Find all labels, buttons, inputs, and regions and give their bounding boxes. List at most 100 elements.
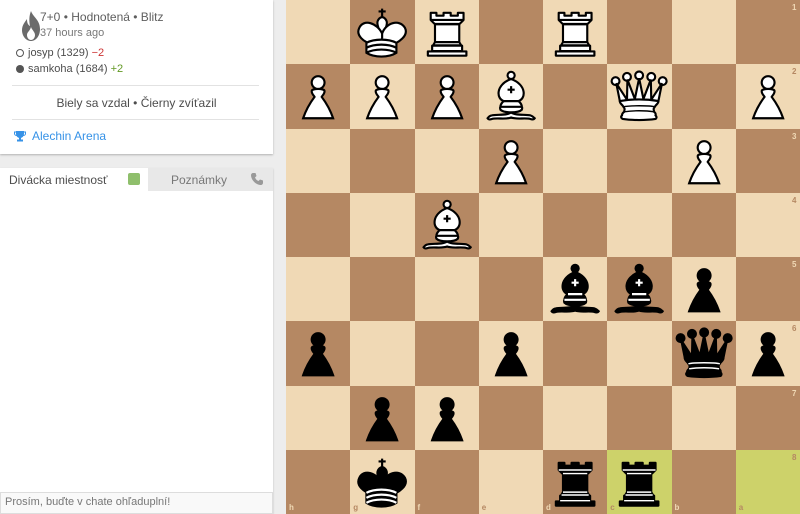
square-g3[interactable] bbox=[350, 128, 415, 193]
white-pawn-icon[interactable] bbox=[286, 64, 350, 128]
square-a5[interactable] bbox=[735, 257, 800, 322]
black-rating-diff: +2 bbox=[110, 63, 124, 75]
square-f3[interactable] bbox=[414, 128, 479, 193]
square-c4[interactable] bbox=[607, 192, 672, 257]
tournament-name[interactable]: Alechin Arena bbox=[32, 129, 106, 143]
black-rook-icon[interactable] bbox=[607, 450, 671, 514]
black-pawn-icon[interactable] bbox=[286, 321, 350, 385]
square-h5[interactable] bbox=[286, 257, 351, 322]
square-b1[interactable] bbox=[671, 0, 736, 65]
square-c3[interactable] bbox=[607, 128, 672, 193]
square-a4[interactable] bbox=[735, 192, 800, 257]
square-c6[interactable] bbox=[607, 321, 672, 386]
file-label: b bbox=[674, 503, 680, 512]
white-rook-icon[interactable] bbox=[415, 0, 479, 64]
file-label: a bbox=[738, 503, 744, 512]
phone-icon[interactable] bbox=[250, 172, 264, 186]
game-status: Biely sa vzdal • Čierny zvíťazil bbox=[56, 96, 217, 110]
white-pawn-icon[interactable] bbox=[672, 129, 736, 193]
rank-label: 7 bbox=[792, 388, 797, 398]
white-pawn-icon[interactable] bbox=[415, 64, 479, 128]
tab-spectator-room-label: Divácka miestnosť bbox=[9, 173, 108, 187]
square-b2[interactable] bbox=[671, 64, 736, 129]
tournament-link[interactable]: Alechin Arena bbox=[14, 129, 106, 143]
chat-input-placeholder: Prosím, buďte v chate ohľaduplní! bbox=[5, 496, 171, 508]
black-player-name[interactable]: samkoha (1684) bbox=[28, 63, 108, 75]
black-rook-icon[interactable] bbox=[543, 450, 607, 514]
chat-tabs: Divácka miestnosť Poznámky bbox=[0, 168, 273, 191]
game-time-ago: 37 hours ago bbox=[40, 27, 105, 39]
black-pawn-icon[interactable] bbox=[672, 257, 736, 321]
square-g4[interactable] bbox=[350, 192, 415, 257]
square-c1[interactable] bbox=[607, 0, 672, 65]
square-a3[interactable] bbox=[735, 128, 800, 193]
square-g5[interactable] bbox=[350, 257, 415, 322]
game-meta: 7+0 • Hodnotená • Blitz bbox=[40, 10, 164, 24]
square-h7[interactable] bbox=[286, 385, 351, 450]
black-pawn-icon[interactable] bbox=[736, 321, 800, 385]
square-b7[interactable] bbox=[671, 385, 736, 450]
white-rating-diff: −2 bbox=[91, 47, 105, 59]
black-king-icon[interactable] bbox=[350, 450, 414, 514]
square-d2[interactable] bbox=[543, 64, 608, 129]
square-e7[interactable] bbox=[478, 385, 543, 450]
tab-spectator-room[interactable]: Divácka miestnosť bbox=[0, 168, 148, 191]
trophy-icon bbox=[14, 131, 26, 142]
square-e8[interactable] bbox=[478, 449, 543, 514]
black-pawn-icon[interactable] bbox=[415, 386, 479, 450]
square-d6[interactable] bbox=[543, 321, 608, 386]
file-label: h bbox=[289, 503, 294, 512]
rank-label: 5 bbox=[792, 260, 797, 269]
rank-label: 8 bbox=[792, 452, 797, 462]
square-c7[interactable] bbox=[607, 385, 672, 450]
black-dot-icon bbox=[16, 65, 24, 73]
white-pawn-icon[interactable] bbox=[736, 64, 800, 128]
white-pawn-icon[interactable] bbox=[479, 129, 543, 193]
chat-toggle[interactable] bbox=[128, 173, 140, 185]
black-pawn-icon[interactable] bbox=[479, 321, 543, 385]
square-f6[interactable] bbox=[414, 321, 479, 386]
white-rook-icon[interactable] bbox=[543, 0, 607, 64]
white-queen-icon[interactable] bbox=[607, 64, 671, 128]
game-info-panel: 7+0 • Hodnotená • Blitz 37 hours ago jos… bbox=[0, 0, 273, 154]
chat-panel: Divácka miestnosť Poznámky Prosím, buďte… bbox=[0, 168, 273, 514]
black-queen-icon[interactable] bbox=[672, 321, 736, 385]
white-dot-icon bbox=[16, 49, 24, 57]
white-bishop-icon[interactable] bbox=[479, 64, 543, 128]
tab-notes-label: Poznámky bbox=[171, 173, 228, 187]
square-h3[interactable] bbox=[286, 128, 351, 193]
chat-input[interactable]: Prosím, buďte v chate ohľaduplní! bbox=[0, 492, 273, 514]
square-a7[interactable] bbox=[735, 385, 800, 450]
square-a8[interactable] bbox=[735, 449, 800, 514]
square-d4[interactable] bbox=[543, 192, 608, 257]
divider bbox=[12, 119, 259, 120]
square-d3[interactable] bbox=[543, 128, 608, 193]
square-h4[interactable] bbox=[286, 192, 351, 257]
square-h8[interactable] bbox=[286, 449, 351, 514]
divider bbox=[12, 85, 259, 86]
white-pawn-icon[interactable] bbox=[350, 64, 414, 128]
rank-label: 3 bbox=[792, 131, 797, 141]
square-d7[interactable] bbox=[543, 385, 608, 450]
black-player[interactable]: samkoha (1684) +2 bbox=[16, 63, 123, 75]
white-bishop-icon[interactable] bbox=[415, 193, 479, 257]
black-bishop-icon[interactable] bbox=[607, 257, 671, 321]
square-f5[interactable] bbox=[414, 257, 479, 322]
white-king-icon[interactable] bbox=[350, 0, 414, 64]
square-b8[interactable] bbox=[671, 449, 736, 514]
square-e4[interactable] bbox=[478, 192, 543, 257]
square-f8[interactable] bbox=[414, 449, 479, 514]
square-g6[interactable] bbox=[350, 321, 415, 386]
square-e5[interactable] bbox=[478, 257, 543, 322]
black-pawn-icon[interactable] bbox=[350, 386, 414, 450]
square-h1[interactable] bbox=[286, 0, 351, 65]
white-player[interactable]: josyp (1329) −2 bbox=[16, 47, 104, 59]
white-player-name[interactable]: josyp (1329) bbox=[28, 47, 89, 59]
square-a1[interactable] bbox=[735, 0, 800, 65]
file-label: f bbox=[417, 503, 421, 512]
rank-label: 1 bbox=[792, 3, 797, 12]
black-bishop-icon[interactable] bbox=[543, 257, 607, 321]
chess-board[interactable]: 12345678hgfedcba bbox=[286, 0, 800, 514]
square-e1[interactable] bbox=[478, 0, 543, 65]
square-b4[interactable] bbox=[671, 192, 736, 257]
